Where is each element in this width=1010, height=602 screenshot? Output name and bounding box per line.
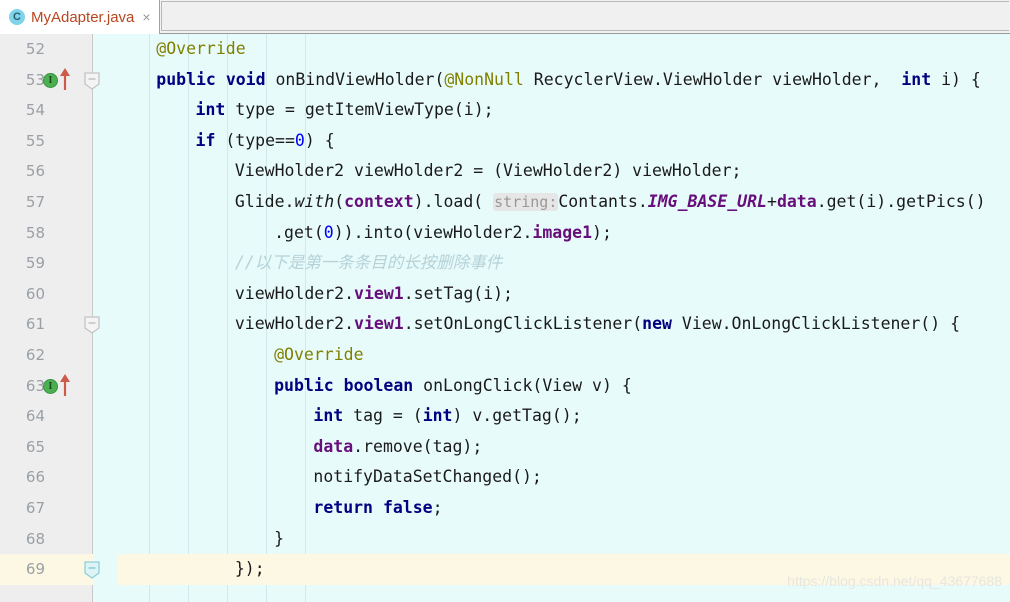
code-text[interactable]: @Override	[117, 34, 1010, 65]
code-line[interactable]: 64 int tag = (int) v.getTag();	[0, 401, 1010, 432]
line-number: 58	[25, 223, 45, 242]
implements-method-icon[interactable]: I	[43, 378, 58, 394]
code-line[interactable]: 61 viewHolder2.view1.setOnLongClickListen…	[0, 309, 1010, 340]
gutter-row[interactable]: 57	[0, 187, 93, 218]
code-text[interactable]: data.remove(tag);	[117, 432, 1010, 463]
line-number: 69	[25, 560, 45, 579]
code-line[interactable]: 66 notifyDataSetChanged();	[0, 462, 1010, 493]
code-line[interactable]: 68}	[0, 524, 1010, 555]
line-number: 59	[25, 254, 45, 273]
line-number: 67	[25, 499, 45, 517]
gutter-row[interactable]: 61	[0, 309, 93, 340]
gutter-row[interactable]: 62	[0, 340, 93, 371]
code-text[interactable]: //以下是第一条条目的长按删除事件	[117, 248, 1010, 279]
code-lines[interactable]: 52 @Override 53 I public void onBindViewHold…	[0, 34, 1010, 602]
line-number: 60	[25, 284, 45, 303]
gutter-row[interactable]: 52	[0, 34, 93, 65]
code-line[interactable]: 55 if (type==0) {	[0, 126, 1010, 157]
line-number: 55	[25, 131, 45, 150]
code-line[interactable]: 53 I public void onBindViewHolder(@NonNull…	[0, 65, 1010, 96]
tab-title: MyAdapter.java	[31, 8, 135, 26]
code-line[interactable]: 52 @Override	[0, 34, 1010, 65]
code-line[interactable]: 62 @Override	[0, 340, 1010, 371]
editor-tab-bar: C MyAdapter.java ×	[0, 0, 1010, 34]
code-text[interactable]: ViewHolder2 viewHolder2 = (ViewHolder2) …	[117, 156, 1010, 187]
gutter-row[interactable]: 65	[0, 432, 93, 463]
code-text[interactable]: notifyDataSetChanged();	[117, 462, 1010, 493]
code-text[interactable]: viewHolder2.view1.setTag(i);	[117, 279, 1010, 310]
line-number: 66	[25, 468, 45, 487]
up-arrow-icon[interactable]	[59, 67, 71, 91]
code-line[interactable]: 54 int type = getItemViewType(i);	[0, 95, 1010, 126]
line-number: 57	[25, 193, 45, 211]
code-text[interactable]: int type = getItemViewType(i);	[117, 95, 1010, 126]
implements-method-icon[interactable]: I	[43, 72, 58, 88]
close-icon[interactable]: ×	[140, 10, 150, 24]
line-number: 54	[25, 101, 45, 120]
code-text[interactable]: public boolean onLongClick(View v) {	[117, 371, 1010, 402]
code-text[interactable]: return false;	[117, 493, 1010, 524]
code-text[interactable]: public void onBindViewHolder(@NonNull Re…	[117, 65, 1010, 96]
gutter-row[interactable]: 67	[0, 493, 93, 524]
class-file-icon: C	[9, 9, 25, 25]
gutter-row[interactable]: 69	[0, 554, 93, 585]
gutter-row[interactable]: 60	[0, 279, 93, 310]
watermark-text: https://blog.csdn.net/qq_43677688	[787, 573, 1002, 589]
tab-bar-empty-area	[160, 1, 1009, 31]
fold-expand-marker-active[interactable]	[82, 560, 102, 580]
line-number: 65	[25, 437, 45, 456]
code-text[interactable]: Glide.with(context).load( string:Contant…	[117, 187, 1010, 218]
line-number: 62	[25, 346, 45, 364]
code-line[interactable]: 65 data.remove(tag);	[0, 432, 1010, 463]
gutter-row[interactable]: 64	[0, 401, 93, 432]
gutter-row[interactable]: 59	[0, 248, 93, 279]
line-number: 52	[25, 40, 45, 58]
fold-collapse-marker[interactable]	[82, 71, 102, 91]
line-number: 56	[25, 162, 45, 181]
gutter-row[interactable]: 63 I	[0, 371, 93, 402]
code-text[interactable]: int tag = (int) v.getTag();	[117, 401, 1010, 432]
gutter-row[interactable]: 58	[0, 218, 93, 249]
code-editor[interactable]: 52 @Override 53 I public void onBindViewHold…	[0, 34, 1010, 602]
gutter-row[interactable]: 56	[0, 156, 93, 187]
gutter-row[interactable]: 54	[0, 95, 93, 126]
code-line[interactable]: 59 //以下是第一条条目的长按删除事件	[0, 248, 1010, 279]
code-line[interactable]: 63 I public boolean onLongClick(View v) {	[0, 371, 1010, 402]
line-number: 64	[25, 407, 45, 426]
code-line[interactable]: 60 viewHolder2.view1.setTag(i);	[0, 279, 1010, 310]
code-line[interactable]: 67 return false;	[0, 493, 1010, 524]
code-text[interactable]: }	[117, 524, 1010, 555]
code-text[interactable]: viewHolder2.view1.setOnLongClickListener…	[117, 309, 1010, 340]
gutter-row[interactable]: 68	[0, 524, 93, 555]
up-arrow-icon[interactable]	[59, 373, 71, 397]
gutter-row[interactable]: 55	[0, 126, 93, 157]
code-text[interactable]: if (type==0) {	[117, 126, 1010, 157]
line-number: 68	[25, 529, 45, 548]
gutter-row[interactable]: 53 I	[0, 65, 93, 96]
code-text[interactable]: .get(0)).into(viewHolder2.image1);	[117, 218, 1010, 249]
fold-collapse-marker[interactable]	[82, 315, 102, 335]
code-line[interactable]: 58 .get(0)).into(viewHolder2.image1);	[0, 218, 1010, 249]
code-line[interactable]: 57 Glide.with(context).load( string:Conta…	[0, 187, 1010, 218]
code-line[interactable]: 56 ViewHolder2 viewHolder2 = (ViewHolder2…	[0, 156, 1010, 187]
line-number: 61	[25, 315, 45, 334]
tab-myadapter-java[interactable]: C MyAdapter.java ×	[0, 0, 160, 34]
code-text[interactable]: @Override	[117, 340, 1010, 371]
gutter-row[interactable]: 66	[0, 462, 93, 493]
